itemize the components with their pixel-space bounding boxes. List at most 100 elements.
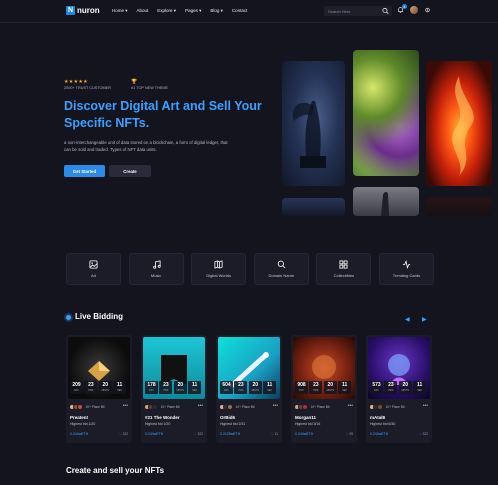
- like-count-value: 11: [274, 432, 278, 436]
- map-icon: [214, 260, 223, 269]
- timer-box: 604 DAY: [220, 381, 233, 394]
- arrow-left-icon[interactable]: ◀: [405, 316, 410, 323]
- timer-box: 11 SEC: [263, 381, 277, 394]
- timer-box: 11 SEC: [113, 381, 127, 394]
- search-input[interactable]: Search Here: [324, 6, 392, 16]
- get-started-button[interactable]: Get Started: [64, 165, 105, 177]
- like-count[interactable]: ♡ 09: [346, 432, 353, 436]
- avatar[interactable]: [302, 404, 309, 410]
- timer-box: 11 SEC: [413, 381, 427, 394]
- timer-box: 20 MINTS: [248, 381, 262, 394]
- menu-item-contact[interactable]: Contact: [232, 8, 248, 14]
- card-title[interactable]: Morgan11: [295, 415, 316, 420]
- timer-label: MINTS: [326, 389, 334, 392]
- settings-icon[interactable]: [424, 6, 431, 14]
- timer-value: 23: [163, 382, 169, 388]
- timer-box: 23 HRS: [309, 381, 323, 394]
- card-title[interactable]: #21 The Wonder: [145, 415, 180, 420]
- category-digital-worlds[interactable]: Digital Worlds: [191, 253, 247, 285]
- timer-box: 23 HRS: [234, 381, 248, 394]
- timer-value: 573: [372, 382, 381, 388]
- create-button[interactable]: Create: [109, 165, 151, 177]
- bidding-card-list: 209 DAY 23 HRS 20 MINTS 11 SEC 20+ Place…: [66, 335, 441, 443]
- highest-bid: Highest bid 3/16: [295, 422, 321, 426]
- highest-bid: Highest bid 1/20: [145, 422, 171, 426]
- avatar[interactable]: [227, 404, 234, 410]
- category-music[interactable]: Music: [128, 253, 184, 285]
- more-options-icon[interactable]: •••: [198, 403, 203, 409]
- avatar[interactable]: [77, 404, 84, 410]
- place-bit-label: 10+ Place Bit: [310, 405, 330, 409]
- avatar[interactable]: [377, 404, 384, 410]
- card-price: 0.244wETH: [370, 432, 389, 436]
- menu-item-blog[interactable]: Blog ▾: [210, 8, 223, 14]
- like-count[interactable]: ♡ 322: [419, 432, 428, 436]
- category-collectibles[interactable]: Collectibles: [316, 253, 372, 285]
- card-title[interactable]: OrBid6: [220, 415, 235, 420]
- timer-box: 11 SEC: [338, 381, 352, 394]
- bidder-avatars: 10+ Place Bit: [369, 404, 404, 410]
- menu-item-about[interactable]: About: [137, 8, 149, 14]
- timer-label: MINTS: [176, 389, 184, 392]
- timer-value: 604: [222, 382, 231, 388]
- more-options-icon[interactable]: •••: [423, 403, 428, 409]
- bidder-avatars: 10+ Place Bit: [144, 404, 179, 410]
- place-bit-label: 10+ Place Bit: [235, 405, 255, 409]
- like-count[interactable]: ♡ 11: [271, 432, 278, 436]
- bidding-card[interactable]: 604 DAY 23 HRS 20 MINTS 11 SEC 10+ Place…: [216, 335, 282, 443]
- bidding-card[interactable]: 209 DAY 23 HRS 20 MINTS 11 SEC 20+ Place…: [66, 335, 132, 443]
- timer-value: 11: [117, 382, 123, 388]
- timer-box: 23 HRS: [84, 381, 98, 394]
- bidder-avatars: 10+ Place Bit: [219, 404, 254, 410]
- category-label: Music: [150, 273, 162, 278]
- countdown-timer: 908 DAY 23 HRS 20 MINTS 11 SEC: [295, 381, 353, 394]
- search-icon[interactable]: [382, 7, 389, 15]
- menu-item-explore[interactable]: Explore ▾: [157, 8, 176, 14]
- highest-bid: Highest bid 6/30: [370, 422, 396, 426]
- card-title[interactable]: mAtal8: [370, 415, 385, 420]
- logo-text: nuron: [77, 6, 100, 15]
- like-count[interactable]: ♡ 322: [119, 432, 128, 436]
- category-trending-cards[interactable]: Trending Cards: [378, 253, 434, 285]
- timer-label: HRS: [388, 389, 394, 392]
- trust-label: 2000+ TRUST CUSTOMER: [64, 86, 111, 90]
- bidding-card[interactable]: 908 DAY 23 HRS 20 MINTS 11 SEC 10+ Place…: [291, 335, 357, 443]
- bidding-card[interactable]: 178 DAY 23 HRS 20 MINTS 11 SEC 10+ Place…: [141, 335, 207, 443]
- timer-label: DAY: [374, 389, 379, 392]
- category-domain-name[interactable]: Domain Name: [253, 253, 309, 285]
- hero-title: Discover Digital Art and Sell Your Speci…: [64, 99, 262, 130]
- like-count-value: 09: [349, 432, 353, 436]
- bidding-card[interactable]: 573 DAY 23 HRS 20 MINTS 11 SEC 10+ Place…: [366, 335, 432, 443]
- timer-label: SEC: [417, 389, 423, 392]
- avatar[interactable]: [410, 6, 418, 14]
- card-title[interactable]: Preatent: [70, 415, 88, 420]
- avatar[interactable]: [152, 404, 159, 410]
- menu-item-home[interactable]: Home ▾: [112, 8, 128, 14]
- main-menu: Home ▾ About Explore ▾ Pages ▾ Blog ▾ Co…: [112, 8, 256, 14]
- logo-mark: N: [66, 6, 75, 15]
- timer-value: 209: [72, 382, 81, 388]
- card-price: 0.244wETH: [70, 432, 89, 436]
- activity-icon: [402, 260, 411, 269]
- more-options-icon[interactable]: •••: [273, 403, 278, 409]
- logo[interactable]: N nuron: [66, 6, 100, 15]
- timer-value: 23: [238, 382, 244, 388]
- timer-box: 23 HRS: [159, 381, 173, 394]
- category-art[interactable]: Art: [66, 253, 121, 285]
- timer-label: SEC: [117, 389, 123, 392]
- timer-box: 573 DAY: [370, 381, 383, 394]
- menu-item-pages[interactable]: Pages ▾: [185, 8, 201, 14]
- like-count[interactable]: ♡ 322: [194, 432, 203, 436]
- more-options-icon[interactable]: •••: [348, 403, 353, 409]
- top-theme-label: #1 TOP NEW THEME: [131, 86, 169, 90]
- timer-value: 11: [342, 382, 348, 388]
- bidder-avatars: 20+ Place Bit: [69, 404, 104, 410]
- category-label: Collectibles: [333, 273, 355, 278]
- more-options-icon[interactable]: •••: [123, 403, 128, 409]
- arrow-right-icon[interactable]: ▶: [422, 316, 427, 323]
- timer-label: DAY: [299, 389, 304, 392]
- timer-label: MINTS: [251, 389, 259, 392]
- card-price: 0.244wETH: [295, 432, 314, 436]
- hero-image-fire: [426, 61, 492, 186]
- search-icon: [277, 260, 286, 269]
